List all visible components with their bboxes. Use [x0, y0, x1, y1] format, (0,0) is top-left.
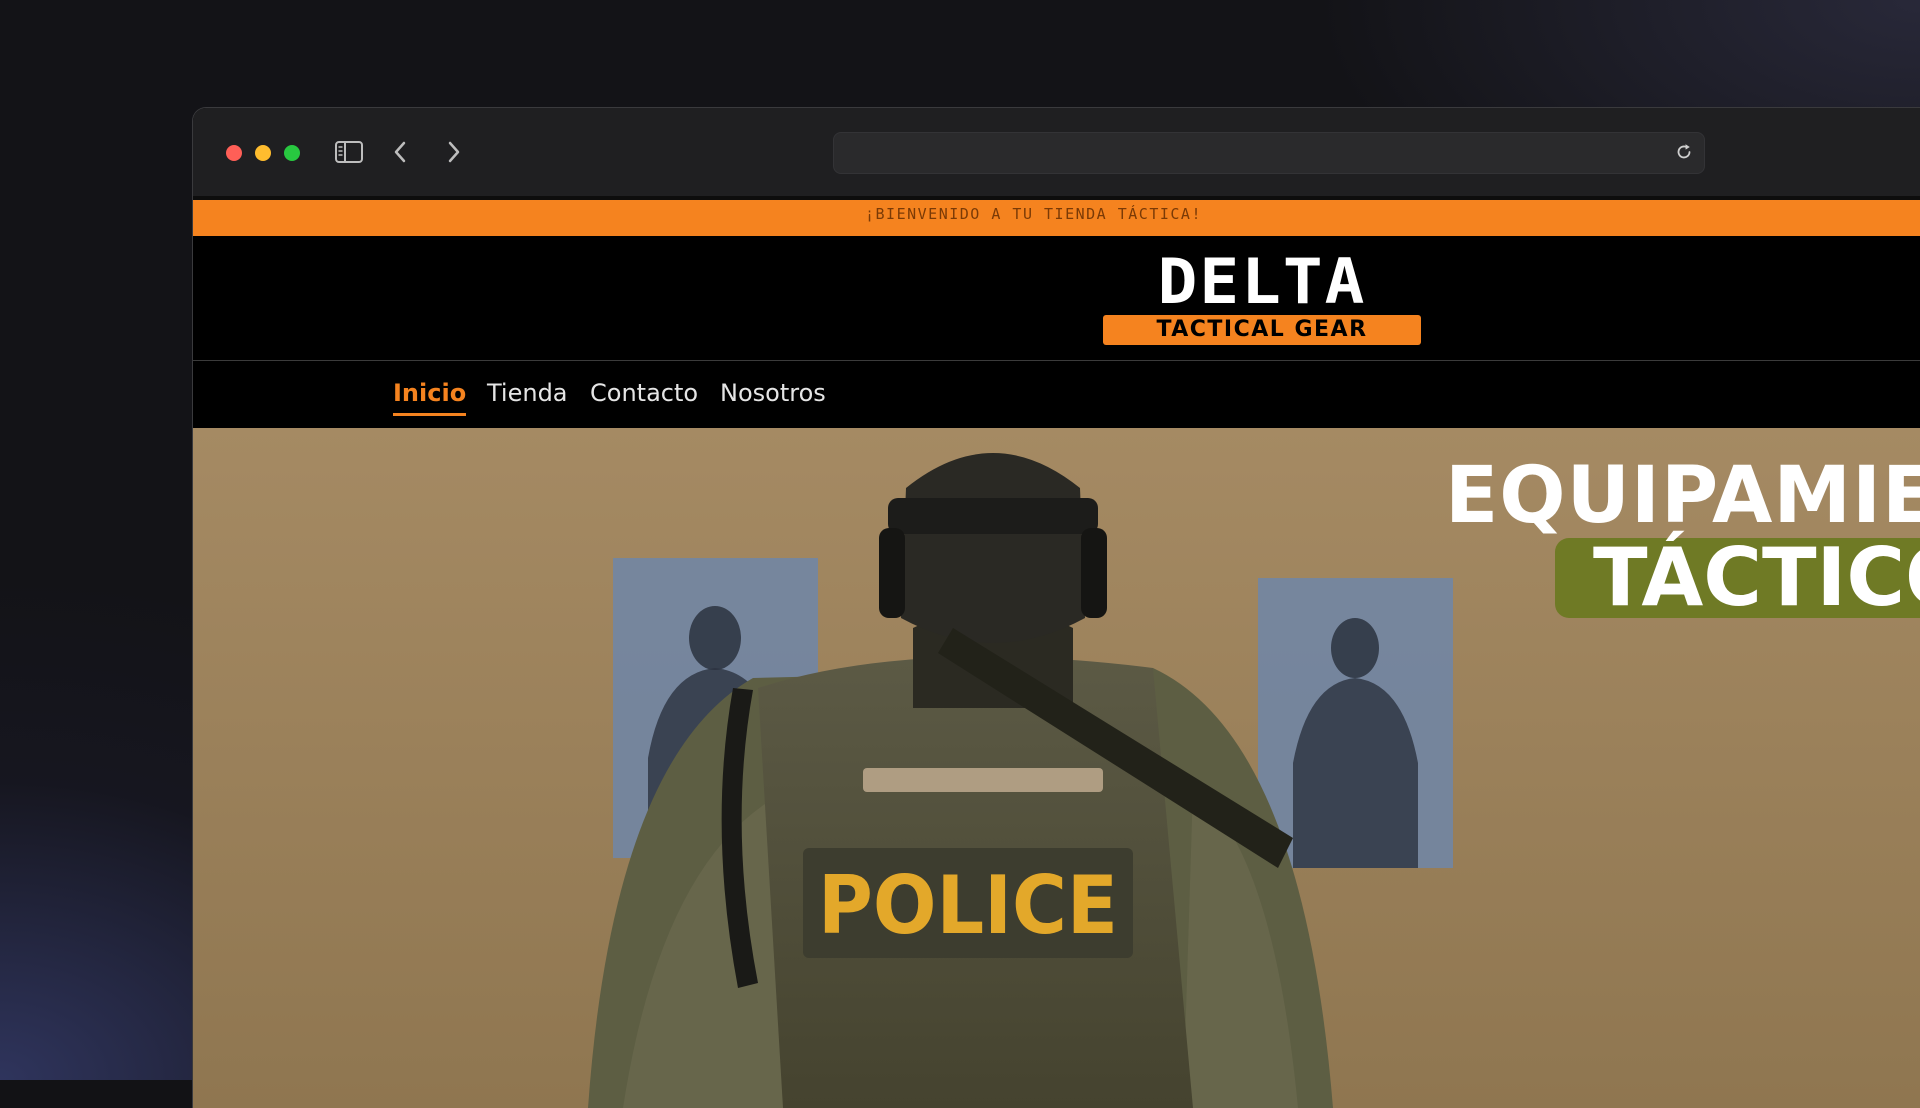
hero-subtitle: TÁCTICO: [1593, 531, 1920, 624]
nav-item-nosotros[interactable]: Nosotros: [720, 379, 826, 413]
sidebar-toggle-icon[interactable]: [335, 141, 363, 167]
announcement-bar: ¡BIENVENIDO A TU TIENDA TÁCTICA!: [193, 200, 1920, 236]
address-bar[interactable]: [833, 132, 1705, 174]
hero-title: EQUIPAMIE: [1445, 451, 1920, 541]
nav-item-contacto[interactable]: Contacto: [590, 379, 698, 413]
minimize-window-button[interactable]: [255, 145, 271, 161]
patch-text: POLICE: [818, 859, 1118, 952]
zoom-window-button[interactable]: [284, 145, 300, 161]
main-nav: Inicio Tienda Contacto Nosotros: [193, 361, 1920, 428]
browser-window: ¡BIENVENIDO A TU TIENDA TÁCTICA! DELTA T…: [192, 107, 1920, 1108]
back-chevron-icon[interactable]: [393, 140, 407, 168]
nav-item-tienda[interactable]: Tienda: [487, 379, 568, 413]
hero-banner: POLICE EQUIPAMIE TÁCTICO: [193, 428, 1920, 1108]
browser-toolbar: [193, 108, 1920, 200]
forward-chevron-icon[interactable]: [447, 140, 461, 168]
close-window-button[interactable]: [226, 145, 242, 161]
nav-item-inicio[interactable]: Inicio: [393, 379, 467, 416]
logo-wordmark: DELTA: [1157, 244, 1367, 319]
site-header: DELTA TACTICAL GEAR: [193, 236, 1920, 361]
announcement-text: ¡BIENVENIDO A TU TIENDA TÁCTICA!: [865, 205, 1202, 223]
desktop-background: ¡BIENVENIDO A TU TIENDA TÁCTICA! DELTA T…: [0, 0, 1920, 1108]
helmet-head: [901, 453, 1085, 643]
site-logo[interactable]: DELTA TACTICAL GEAR: [1101, 244, 1423, 345]
reload-icon[interactable]: [1674, 142, 1694, 166]
logo-tagline: TACTICAL GEAR: [1103, 315, 1421, 345]
